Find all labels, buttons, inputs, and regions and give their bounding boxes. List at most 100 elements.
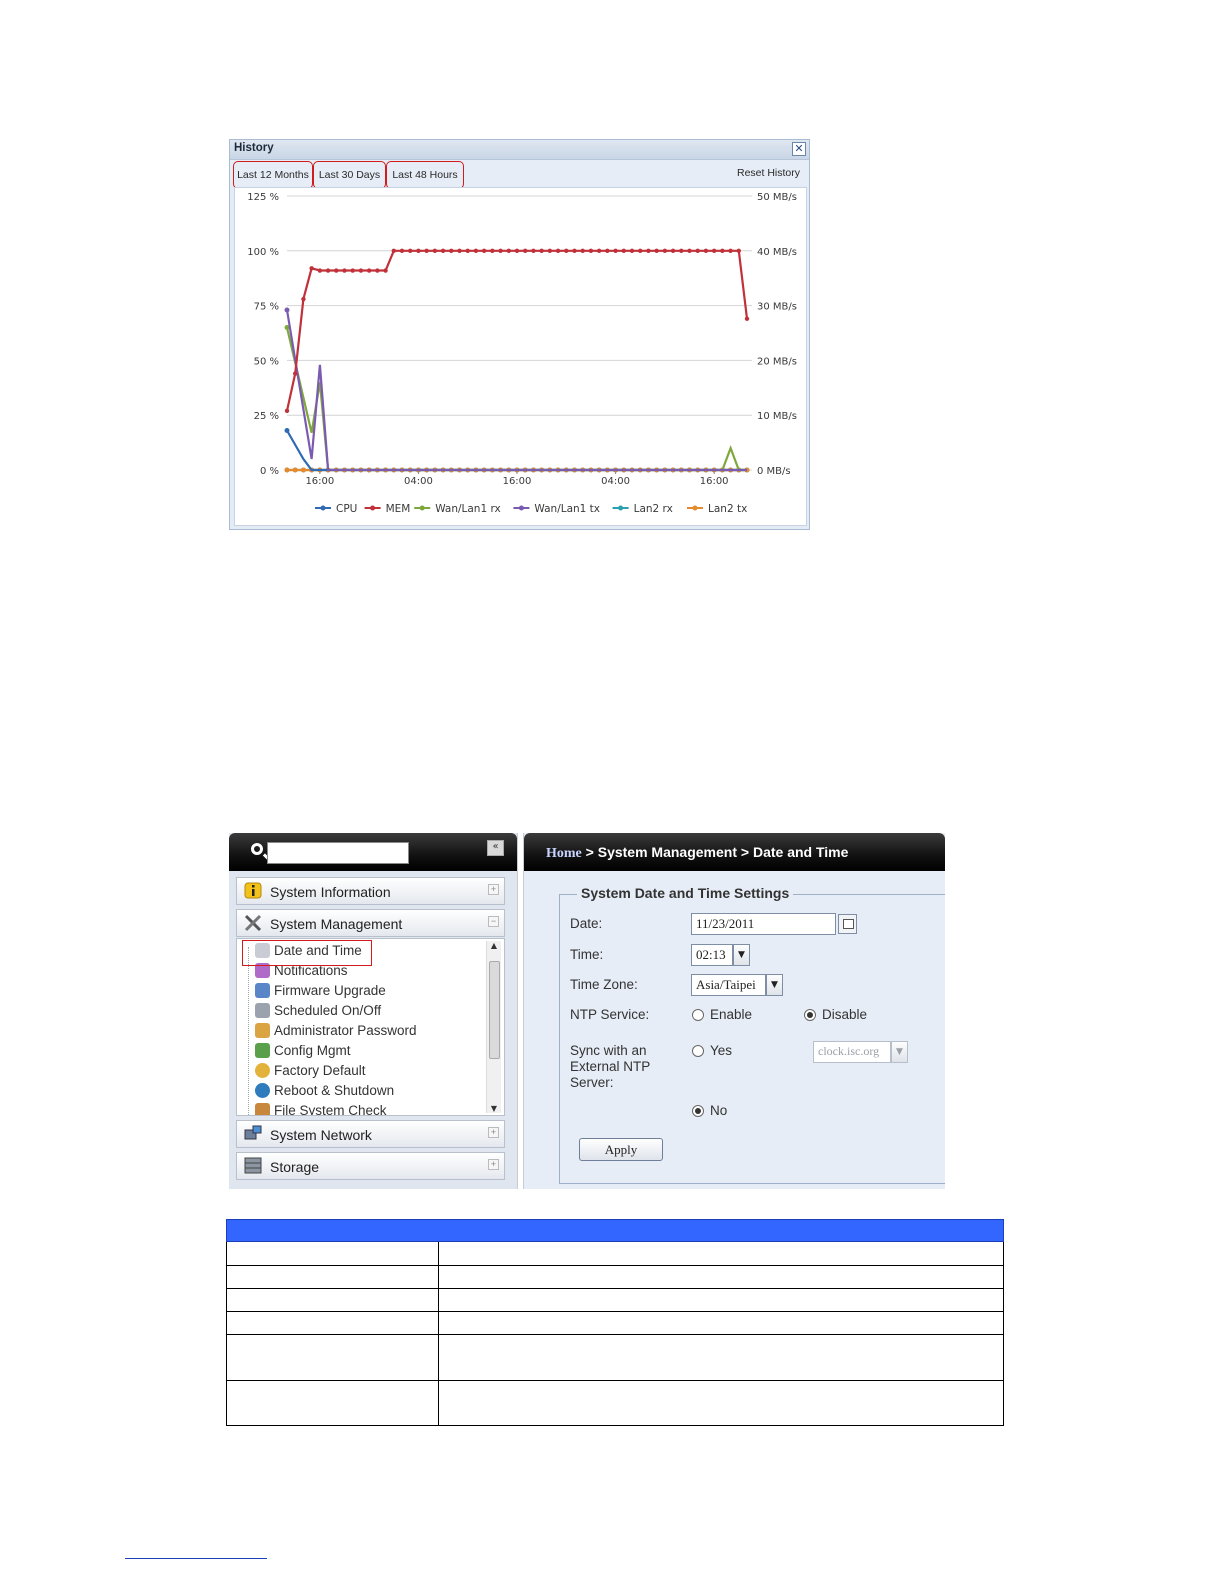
collapse-icon[interactable]: − (488, 916, 499, 927)
submenu-item-administrator-password[interactable]: Administrator Password (255, 1023, 417, 1043)
time-zone-select[interactable]: Asia/Taipei (691, 974, 766, 996)
legend-label: Lan2 rx (634, 503, 673, 515)
date-field[interactable]: 11/23/2011 (691, 913, 836, 935)
tab-last-12-months[interactable]: Last 12 Months (233, 161, 313, 189)
submenu-scrollbar[interactable]: ▲ ▼ (486, 941, 501, 1113)
data-point (383, 268, 388, 273)
data-point (695, 248, 700, 253)
sidebar-item-storage[interactable]: Storage + (236, 1152, 505, 1180)
data-point (366, 268, 372, 273)
table-row (226, 1242, 1004, 1266)
content-panel: Home > System Management > Date and Time… (523, 833, 945, 1189)
expand-icon[interactable]: + (488, 884, 499, 895)
data-point (531, 248, 536, 253)
search-input[interactable] (267, 842, 409, 864)
sidebar-item-label: System Management (270, 916, 403, 932)
close-icon[interactable]: ✕ (792, 142, 806, 156)
search-icon (251, 843, 263, 855)
chevron-down-icon[interactable]: ▼ (733, 944, 750, 966)
legend-marker (692, 505, 698, 511)
time-zone-label: Time Zone: (570, 977, 638, 992)
tab-last-48-hours[interactable]: Last 48 Hours (386, 161, 464, 189)
table-header (226, 1219, 1004, 1242)
data-point (539, 248, 544, 253)
submenu-item-reboot-shutdown[interactable]: Reboot & Shutdown (255, 1083, 394, 1103)
sync-no-radio[interactable] (692, 1105, 704, 1117)
series-line (285, 309, 747, 472)
sidebar-item-system-information[interactable]: System Information + (236, 877, 505, 905)
legend-marker (618, 505, 624, 511)
data-point (646, 248, 651, 253)
sidebar-item-system-network[interactable]: System Network + (236, 1120, 505, 1148)
time-field[interactable]: 02:13 (691, 944, 733, 966)
data-point (621, 248, 626, 253)
date-and-time-highlight (242, 940, 372, 966)
data-point (334, 268, 339, 273)
data-point (687, 248, 692, 253)
legend-label: Lan2 tx (708, 503, 747, 515)
calendar-icon[interactable] (838, 914, 857, 934)
tab-last-30-days[interactable]: Last 30 Days (313, 161, 386, 189)
admin-screenshot: « System Information + System Management… (229, 833, 945, 1189)
data-point (416, 248, 421, 253)
expand-icon[interactable]: + (488, 1159, 499, 1170)
data-point (605, 248, 610, 253)
breadcrumb-page: Date and Time (752, 844, 849, 860)
submenu-item-config-mgmt[interactable]: Config Mgmt (255, 1043, 351, 1063)
expand-icon[interactable]: + (488, 1127, 499, 1138)
submenu-item-notifications[interactable]: Notifications (255, 963, 348, 983)
scroll-up-icon[interactable]: ▲ (489, 941, 499, 950)
series-line (285, 249, 749, 412)
apply-button[interactable]: Apply (579, 1138, 663, 1161)
tree-line (248, 947, 249, 1115)
data-point (284, 408, 290, 414)
schedule-icon (255, 1003, 270, 1018)
y-right-tick-label: 40 MB/s (757, 247, 797, 258)
ntp-disable-radio[interactable] (804, 1009, 816, 1021)
tools-icon (244, 914, 262, 932)
collapse-sidebar-button[interactable]: « (487, 840, 504, 856)
y-left-tick-label: 125 % (247, 192, 279, 203)
series-line (286, 429, 747, 472)
submenu-item-file-system-check[interactable]: File System Check (255, 1103, 387, 1115)
submenu-item-factory-default[interactable]: Factory Default (255, 1063, 366, 1083)
sync-yes-radio[interactable] (692, 1045, 704, 1057)
sidebar-item-system-management[interactable]: System Management − (236, 909, 505, 937)
data-point (728, 248, 733, 253)
y-left-tick-label: 0 % (260, 466, 279, 477)
ntp-server-select[interactable]: clock.isc.org (813, 1041, 891, 1063)
time-label: Time: (570, 947, 604, 962)
data-point (588, 248, 594, 253)
series-line (285, 327, 747, 472)
ntp-enable-label: Enable (710, 1007, 753, 1022)
y-left-tick-label: 50 % (254, 356, 279, 367)
scroll-thumb[interactable] (489, 961, 500, 1059)
history-tabbar: Last 12 Months Last 30 Days Last 48 Hour… (230, 160, 809, 189)
data-point (629, 248, 635, 253)
breadcrumb-home[interactable]: Home (546, 846, 582, 861)
data-point (317, 268, 323, 273)
data-point (481, 248, 487, 253)
breadcrumb-separator: > (581, 844, 598, 860)
history-title: History (234, 142, 274, 154)
reset-history-button[interactable]: Reset History (737, 167, 800, 179)
chevron-down-icon[interactable]: ▼ (766, 974, 783, 996)
table-row (226, 1335, 1004, 1381)
data-point (638, 248, 643, 253)
legend-label: MEM (386, 503, 411, 515)
scroll-down-icon[interactable]: ▼ (489, 1104, 499, 1113)
file-check-icon (255, 1103, 270, 1115)
legend-marker (419, 505, 425, 511)
y-left-tick-label: 25 % (254, 411, 279, 422)
ntp-enable-radio[interactable] (692, 1009, 704, 1021)
y-left-tick-label: 75 % (254, 302, 279, 313)
data-point (523, 248, 528, 253)
submenu-item-firmware-upgrade[interactable]: Firmware Upgrade (255, 983, 386, 1003)
submenu-item-scheduled-on-off[interactable]: Scheduled On/Off (255, 1003, 381, 1023)
x-tick-label: 16:00 (503, 476, 532, 487)
data-point (391, 248, 396, 253)
data-point (292, 467, 298, 473)
table-cell (227, 1381, 439, 1425)
data-point (465, 248, 470, 253)
chevron-down-icon[interactable]: ▼ (891, 1041, 908, 1063)
